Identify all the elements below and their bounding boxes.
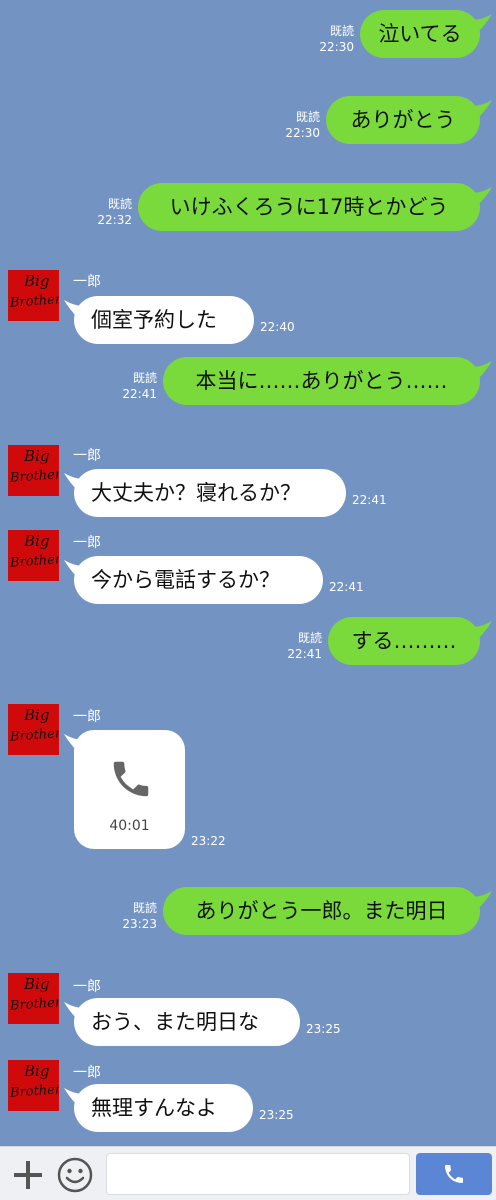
message-timestamp: 22:41 (352, 493, 387, 507)
call-duration: 40:01 (109, 818, 150, 834)
phone-icon (113, 761, 149, 797)
message-timestamp: 22:41 (122, 387, 157, 401)
bubble-tail (472, 187, 492, 205)
bubble-tail (64, 300, 84, 318)
avatar[interactable]: Big Brother (8, 530, 59, 581)
avatar-text-line: Big (24, 975, 50, 993)
phone-icon (445, 1165, 463, 1183)
incoming-message-bubble[interactable]: 無理すんなよ (74, 1084, 253, 1132)
outgoing-message-bubble[interactable]: ありがとう一郎。また明日 (163, 887, 480, 935)
avatar-text-line: Brother (9, 726, 59, 745)
outgoing-message-bubble[interactable]: ありがとう (326, 96, 480, 144)
bubble-tail (472, 100, 492, 118)
plus-icon[interactable] (12, 1159, 44, 1191)
avatar-text-line: Brother (9, 467, 59, 486)
bubble-tail (472, 361, 492, 379)
chat-area: 泣いてる 既読 22:30 ありがとう 既読 22:30 いけふくろうに17時とかどう 既読 2… (0, 0, 496, 1146)
message-timestamp: 23:25 (306, 1022, 341, 1036)
message-timestamp: 23:22 (191, 834, 226, 848)
avatar-text-line: Brother (9, 995, 59, 1014)
emoji-icon[interactable] (57, 1157, 93, 1193)
bubble-tail (472, 14, 492, 32)
read-receipt: 既読 (132, 371, 157, 385)
avatar[interactable]: Big Brother (8, 704, 59, 755)
outgoing-message-bubble[interactable]: 本当に……ありがとう…… (163, 357, 480, 405)
avatar[interactable]: Big Brother (8, 973, 59, 1024)
read-receipt: 既読 (297, 631, 322, 645)
sender-name: 一郎 (73, 709, 101, 725)
avatar-text-line: Big (24, 447, 50, 465)
avatar-text-line: Big (24, 272, 50, 290)
sender-name: 一郎 (73, 535, 101, 551)
avatar-text-line: Big (24, 706, 50, 724)
bubble-tail (64, 734, 84, 752)
bubble-tail (64, 1002, 84, 1020)
bubble-tail (64, 1088, 84, 1106)
read-receipt: 既読 (329, 24, 354, 38)
sender-name: 一郎 (73, 979, 101, 995)
message-timestamp: 23:23 (122, 917, 157, 931)
incoming-message-bubble[interactable]: 今から電話するか？ (74, 556, 323, 604)
call-button[interactable] (416, 1153, 492, 1195)
bubble-tail (64, 473, 84, 491)
bubble-tail (472, 621, 492, 639)
message-timestamp: 22:41 (287, 647, 322, 661)
outgoing-message-bubble[interactable]: する……… (328, 617, 480, 665)
avatar-text-line: Brother (9, 552, 59, 571)
message-timestamp: 23:25 (259, 1108, 294, 1122)
message-timestamp: 22:32 (97, 213, 132, 227)
sender-name: 一郎 (73, 1065, 101, 1081)
avatar-text-line: Brother (9, 1082, 59, 1101)
avatar[interactable]: Big Brother (8, 1060, 59, 1111)
call-history-card[interactable]: 40:01 (74, 730, 185, 849)
bubble-tail (64, 560, 84, 578)
message-timestamp: 22:41 (329, 580, 364, 594)
avatar[interactable]: Big Brother (8, 270, 59, 321)
bubble-tail (472, 891, 492, 909)
outgoing-message-bubble[interactable]: 泣いてる (360, 10, 480, 58)
read-receipt: 既読 (295, 110, 320, 124)
incoming-message-bubble[interactable]: 大丈夫か？寝れるか？ (74, 469, 346, 517)
message-timestamp: 22:30 (319, 40, 354, 54)
bottom-toolbar (0, 1146, 496, 1200)
message-timestamp: 22:30 (285, 126, 320, 140)
read-receipt: 既読 (132, 901, 157, 915)
message-timestamp: 22:40 (260, 320, 295, 334)
message-input[interactable] (106, 1153, 410, 1195)
sender-name: 一郎 (73, 274, 101, 290)
incoming-message-bubble[interactable]: おう、また明日な (74, 998, 300, 1046)
incoming-message-bubble[interactable]: 個室予約した (74, 296, 254, 344)
avatar-text-line: Brother (9, 292, 59, 311)
read-receipt: 既読 (107, 197, 132, 211)
avatar[interactable]: Big Brother (8, 445, 59, 496)
avatar-text-line: Big (24, 1062, 50, 1080)
avatar-text-line: Big (24, 532, 50, 550)
sender-name: 一郎 (73, 448, 101, 464)
outgoing-message-bubble[interactable]: いけふくろうに17時とかどう (138, 183, 480, 231)
